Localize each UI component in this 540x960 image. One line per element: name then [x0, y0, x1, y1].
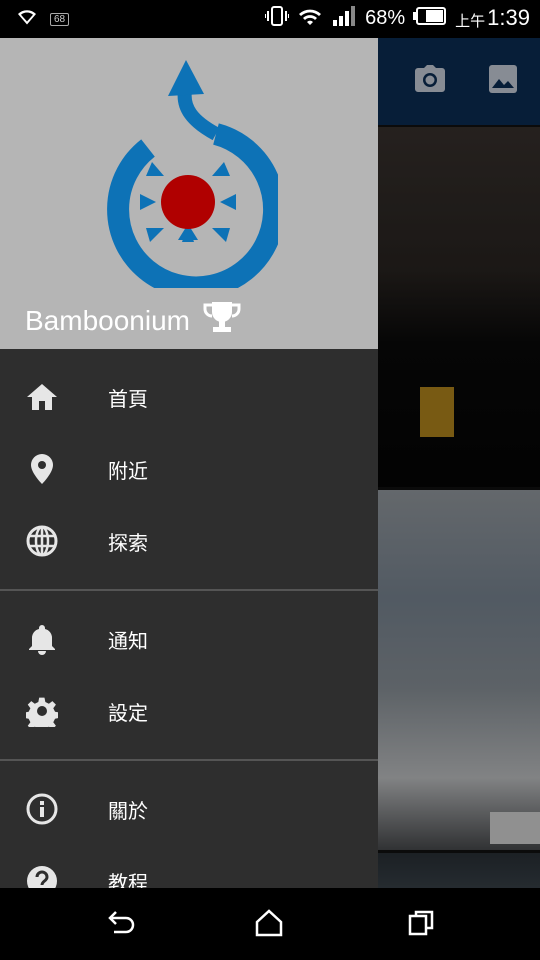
menu-item-about[interactable]: 關於	[0, 773, 378, 845]
bell-icon	[26, 623, 58, 655]
navigation-drawer: Bamboonium 首頁 附近 探索 通知 設定 關於 教程	[0, 38, 378, 888]
menu-label: 教程	[108, 870, 148, 889]
wifi-signal-icon	[297, 5, 323, 31]
network-badge: 68	[50, 12, 70, 26]
cell-signal-icon	[331, 5, 357, 31]
menu-item-home[interactable]: 首頁	[0, 361, 378, 433]
menu-item-nearby[interactable]: 附近	[0, 433, 378, 505]
battery-icon	[413, 7, 447, 29]
battery-percent: 68%	[365, 6, 406, 29]
gear-icon	[26, 695, 58, 727]
back-icon[interactable]	[106, 908, 136, 942]
scrim[interactable]	[378, 38, 540, 888]
drawer-menu: 首頁 附近 探索 通知 設定 關於 教程	[0, 349, 378, 888]
menu-item-tutorial[interactable]: 教程	[0, 845, 378, 888]
menu-label: 探索	[108, 530, 148, 555]
info-icon	[26, 793, 58, 825]
username-row[interactable]: Bamboonium	[25, 300, 242, 341]
menu-label: 關於	[108, 798, 148, 823]
trophy-icon[interactable]	[202, 300, 242, 341]
recents-icon[interactable]	[406, 908, 436, 942]
system-nav-bar	[0, 888, 540, 960]
drawer-header: Bamboonium	[0, 38, 378, 349]
menu-item-settings[interactable]: 設定	[0, 675, 378, 747]
status-bar: 68 68% 上午 1:39	[0, 0, 540, 38]
home-nav-icon[interactable]	[254, 908, 284, 942]
wifi-icon	[18, 8, 36, 30]
menu-label: 設定	[108, 700, 148, 725]
location-pin-icon	[26, 453, 58, 485]
menu-label: 首頁	[108, 386, 148, 411]
help-icon	[26, 865, 58, 888]
menu-item-explore[interactable]: 探索	[0, 505, 378, 577]
clock: 1:39	[487, 5, 530, 30]
home-icon	[26, 381, 58, 413]
globe-icon	[26, 525, 58, 557]
commons-logo-icon	[98, 56, 286, 299]
username: Bamboonium	[25, 304, 190, 336]
menu-label: 附近	[108, 458, 148, 483]
vibrate-icon	[264, 5, 291, 31]
menu-label: 通知	[108, 628, 148, 653]
am-pm: 上午	[455, 11, 486, 30]
menu-item-notifications[interactable]: 通知	[0, 603, 378, 675]
